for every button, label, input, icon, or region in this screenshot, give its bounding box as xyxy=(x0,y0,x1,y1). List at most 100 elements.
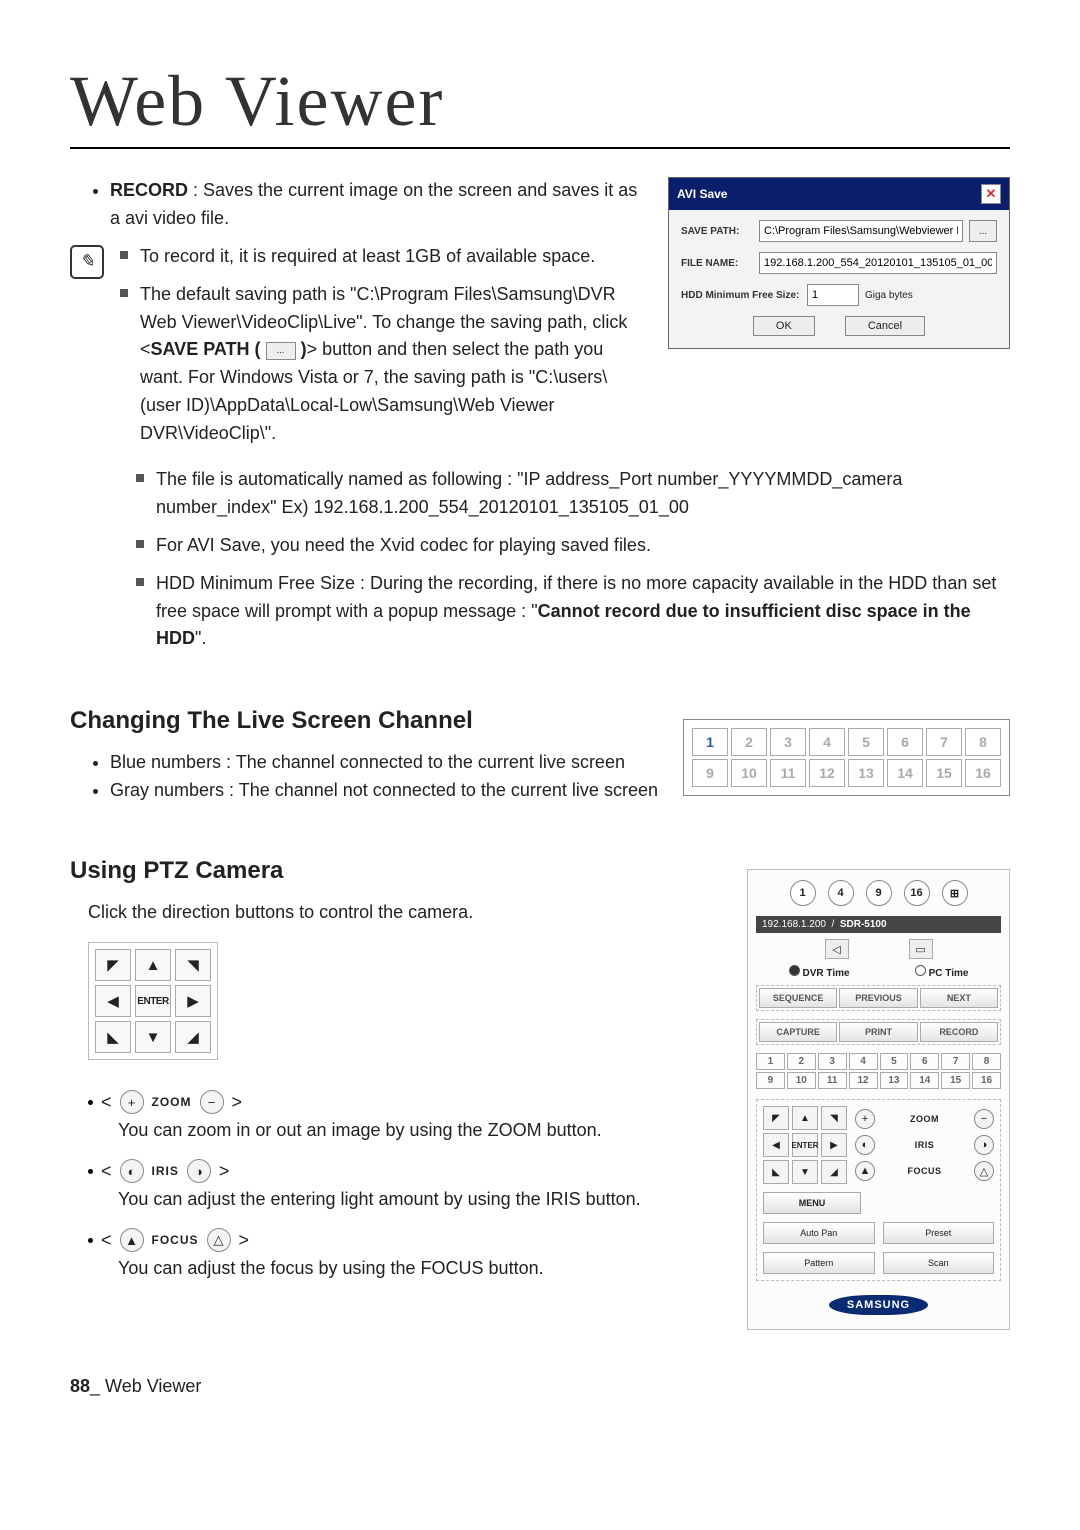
next-button[interactable]: NEXT xyxy=(920,988,998,1008)
dir-right[interactable]: ▶ xyxy=(821,1133,847,1157)
dvr-time-radio[interactable]: DVR Time xyxy=(789,965,850,979)
pc-time-radio[interactable]: PC Time xyxy=(915,965,969,979)
scan-button[interactable]: Scan xyxy=(883,1252,995,1274)
channel-cell[interactable]: 13 xyxy=(880,1072,909,1089)
focus-near-icon[interactable]: ▲ xyxy=(120,1228,144,1252)
channel-cell[interactable]: 12 xyxy=(809,759,845,787)
pattern-button[interactable]: Pattern xyxy=(763,1252,875,1274)
iris-close-icon[interactable]: ◐ xyxy=(855,1135,875,1155)
split-full-button[interactable]: ⊞ xyxy=(942,880,968,906)
focus-far-icon[interactable]: △ xyxy=(207,1228,231,1252)
zoom-in-icon[interactable]: + xyxy=(855,1109,875,1129)
sequence-button[interactable]: SEQUENCE xyxy=(759,988,837,1008)
dir-up[interactable]: ▲ xyxy=(135,949,171,981)
ok-button[interactable]: OK xyxy=(753,316,815,336)
enter-button[interactable]: ENTER xyxy=(135,985,171,1017)
channel-cell[interactable]: 15 xyxy=(926,759,962,787)
dir-down-right[interactable]: ◢ xyxy=(821,1160,847,1184)
channel-cell[interactable]: 11 xyxy=(818,1072,847,1089)
iris-open-icon[interactable]: ◑ xyxy=(187,1159,211,1183)
dir-down-right[interactable]: ◢ xyxy=(175,1021,211,1053)
previous-button[interactable]: PREVIOUS xyxy=(839,988,917,1008)
iris-close-icon[interactable]: ◐ xyxy=(120,1159,144,1183)
dir-up[interactable]: ▲ xyxy=(792,1106,818,1130)
gray-numbers-bullet: Gray numbers : The channel not connected… xyxy=(110,777,663,805)
channel-cell[interactable]: 15 xyxy=(941,1072,970,1089)
channel-cell[interactable]: 16 xyxy=(972,1072,1001,1089)
channel-cell[interactable]: 14 xyxy=(887,759,923,787)
channel-cell[interactable]: 3 xyxy=(818,1053,847,1070)
split-4-button[interactable]: 4 xyxy=(828,880,854,906)
ip-label: 192.168.1.200 xyxy=(762,919,826,930)
close-icon[interactable]: ✕ xyxy=(981,184,1001,204)
section-title-ptz: Using PTZ Camera xyxy=(70,857,727,885)
channel-cell[interactable]: 7 xyxy=(941,1053,970,1070)
menu-button[interactable]: MENU xyxy=(763,1192,861,1214)
auto-pan-button[interactable]: Auto Pan xyxy=(763,1222,875,1244)
dir-down[interactable]: ▼ xyxy=(792,1160,818,1184)
channel-cell[interactable]: 2 xyxy=(787,1053,816,1070)
channel-cell[interactable]: 5 xyxy=(848,728,884,756)
play-prev-button[interactable]: ◁ xyxy=(825,939,849,959)
dir-right[interactable]: ▶ xyxy=(175,985,211,1017)
dir-left[interactable]: ◀ xyxy=(763,1133,789,1157)
zoom-label: ZOOM xyxy=(880,1114,969,1124)
dir-up-left[interactable]: ◤ xyxy=(95,949,131,981)
save-path-input[interactable] xyxy=(759,220,963,242)
dir-down[interactable]: ▼ xyxy=(135,1021,171,1053)
split-1-button[interactable]: 1 xyxy=(790,880,816,906)
zoom-out-icon[interactable]: − xyxy=(974,1109,994,1129)
capture-button[interactable]: CAPTURE xyxy=(759,1022,837,1042)
channel-cell[interactable]: 8 xyxy=(965,728,1001,756)
channel-cell[interactable]: 5 xyxy=(880,1053,909,1070)
channel-cell[interactable]: 8 xyxy=(972,1053,1001,1070)
channel-cell[interactable]: 6 xyxy=(910,1053,939,1070)
channel-cell[interactable]: 10 xyxy=(731,759,767,787)
dir-up-left[interactable]: ◤ xyxy=(763,1106,789,1130)
channel-cell[interactable]: 1 xyxy=(756,1053,785,1070)
channel-cell[interactable]: 9 xyxy=(692,759,728,787)
dir-up-right[interactable]: ◥ xyxy=(821,1106,847,1130)
dir-left[interactable]: ◀ xyxy=(95,985,131,1017)
footer-label: Web Viewer xyxy=(105,1376,201,1396)
dir-down-left[interactable]: ◣ xyxy=(95,1021,131,1053)
channel-cell[interactable]: 13 xyxy=(848,759,884,787)
cancel-button[interactable]: Cancel xyxy=(845,316,925,336)
channel-cell[interactable]: 2 xyxy=(731,728,767,756)
section-title-channel: Changing The Live Screen Channel xyxy=(70,707,663,735)
preset-button[interactable]: Preset xyxy=(883,1222,995,1244)
channel-cell[interactable]: 9 xyxy=(756,1072,785,1089)
focus-near-icon[interactable]: ▲ xyxy=(855,1161,875,1181)
record-button[interactable]: RECORD xyxy=(920,1022,998,1042)
bullet-icon xyxy=(88,1100,93,1105)
iris-open-icon[interactable]: ◑ xyxy=(974,1135,994,1155)
channel-cell[interactable]: 4 xyxy=(809,728,845,756)
dir-up-right[interactable]: ◥ xyxy=(175,949,211,981)
note-item: HDD Minimum Free Size : During the recor… xyxy=(134,570,1010,654)
zoom-desc: You can zoom in or out an image by using… xyxy=(118,1120,727,1141)
channel-cell[interactable]: 6 xyxy=(887,728,923,756)
file-name-input[interactable] xyxy=(759,252,997,274)
channel-cell[interactable]: 10 xyxy=(787,1072,816,1089)
play-mode-button[interactable]: ▭ xyxy=(909,939,933,959)
channel-cell[interactable]: 1 xyxy=(692,728,728,756)
channel-cell[interactable]: 12 xyxy=(849,1072,878,1089)
dialog-title: AVI Save xyxy=(677,187,727,201)
channel-cell[interactable]: 14 xyxy=(910,1072,939,1089)
split-16-button[interactable]: 16 xyxy=(904,880,930,906)
channel-cell[interactable]: 11 xyxy=(770,759,806,787)
hdd-size-input[interactable] xyxy=(807,284,859,306)
zoom-out-icon[interactable]: − xyxy=(200,1090,224,1114)
channel-cell[interactable]: 3 xyxy=(770,728,806,756)
channel-cell[interactable]: 16 xyxy=(965,759,1001,787)
enter-button[interactable]: ENTER xyxy=(792,1133,818,1157)
split-9-button[interactable]: 9 xyxy=(866,880,892,906)
samsung-logo: SAMSUNG xyxy=(829,1295,928,1315)
zoom-in-icon[interactable]: + xyxy=(120,1090,144,1114)
channel-cell[interactable]: 7 xyxy=(926,728,962,756)
channel-cell[interactable]: 4 xyxy=(849,1053,878,1070)
dir-down-left[interactable]: ◣ xyxy=(763,1160,789,1184)
print-button[interactable]: PRINT xyxy=(839,1022,917,1042)
focus-far-icon[interactable]: △ xyxy=(974,1161,994,1181)
browse-button[interactable]: ... xyxy=(969,220,997,242)
